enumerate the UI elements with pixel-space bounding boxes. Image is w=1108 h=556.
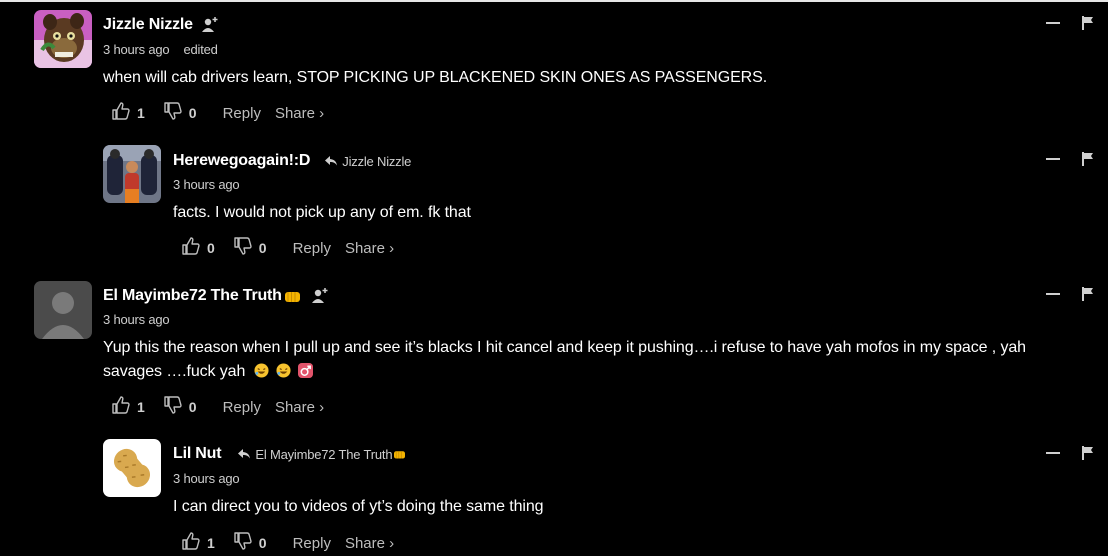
dislike-count: 0 (258, 240, 267, 256)
minus-icon[interactable] (1046, 452, 1060, 454)
share-button[interactable]: Share › (275, 399, 324, 416)
oncoming-fist-emoji (393, 449, 410, 460)
oncoming-fist-emoji (284, 289, 301, 304)
like-button[interactable]: 1 (181, 531, 215, 555)
like-count: 0 (207, 240, 215, 256)
minus-icon[interactable] (1046, 22, 1060, 24)
top-border (0, 0, 1108, 2)
add-user-icon[interactable] (311, 287, 329, 305)
edited-label: edited (183, 42, 218, 57)
avatar[interactable] (103, 145, 161, 203)
reply-button[interactable]: Reply (293, 535, 331, 552)
author-name[interactable]: Herewegoagain!:D (173, 152, 310, 170)
reply-to-name[interactable]: El Mayimbe72 The Truth (255, 447, 392, 462)
male-sign-emoji (298, 362, 314, 378)
dislike-button[interactable]: 0 (233, 236, 267, 260)
dislike-count: 0 (258, 535, 267, 551)
thumbs-down-icon (233, 531, 253, 555)
flag-icon[interactable] (1082, 152, 1094, 166)
thumbs-down-icon (233, 236, 253, 260)
comment-text-line-wrap: savages ….fuck yah (103, 360, 314, 384)
add-user-icon[interactable] (201, 16, 219, 34)
minus-icon[interactable] (1046, 158, 1060, 160)
timestamp[interactable]: 3 hours ago (173, 471, 240, 486)
flag-icon[interactable] (1082, 446, 1094, 460)
reply-arrow-icon (238, 449, 251, 459)
timestamp[interactable]: 3 hours ago (103, 312, 170, 327)
comment-text: when will cab drivers learn, STOP PICKIN… (103, 69, 768, 86)
flag-icon[interactable] (1082, 16, 1094, 30)
comment-text-line: Yup this the reason when I pull up and s… (103, 339, 1026, 356)
comment-text: facts. I would not pick up any of em. fk… (173, 204, 471, 221)
share-button[interactable]: Share › (275, 105, 324, 122)
dislike-button[interactable]: 0 (163, 101, 197, 125)
dislike-count: 0 (188, 399, 197, 415)
share-button[interactable]: Share › (345, 240, 394, 257)
dislike-count: 0 (188, 105, 197, 121)
reply-to[interactable]: El Mayimbe72 The Truth (237, 447, 410, 462)
author-name[interactable]: Lil Nut (173, 445, 222, 463)
thumbs-down-icon (163, 101, 183, 125)
reply-button[interactable]: Reply (223, 399, 261, 416)
reply-arrow-icon (325, 156, 338, 166)
author-name[interactable]: Jizzle Nizzle (103, 16, 193, 34)
flag-icon[interactable] (1082, 287, 1094, 301)
timestamp[interactable]: 3 hours ago (173, 177, 240, 192)
timestamp[interactable]: 3 hours ago (103, 42, 170, 57)
avatar[interactable] (103, 439, 161, 497)
rolling-laughing-emoji (276, 362, 291, 378)
like-count: 1 (207, 535, 215, 551)
author-name[interactable]: El Mayimbe72 The Truth (103, 287, 282, 305)
dislike-button[interactable]: 0 (163, 395, 197, 419)
dislike-button[interactable]: 0 (233, 531, 267, 555)
avatar[interactable] (34, 10, 92, 68)
thumbs-down-icon (163, 395, 183, 419)
like-count: 1 (137, 105, 145, 121)
reply-button[interactable]: Reply (223, 105, 261, 122)
thumbs-up-icon (181, 236, 201, 260)
like-button[interactable]: 0 (181, 236, 215, 260)
thumbs-up-icon (181, 531, 201, 555)
thumbs-up-icon (111, 395, 131, 419)
like-button[interactable]: 1 (111, 101, 145, 125)
reply-to-name[interactable]: Jizzle Nizzle (342, 154, 411, 169)
comment-text: I can direct you to videos of yt’s doing… (173, 498, 544, 515)
comment-text-line: savages ….fuck yah (103, 363, 246, 380)
like-count: 1 (137, 399, 145, 415)
like-button[interactable]: 1 (111, 395, 145, 419)
reply-to[interactable]: Jizzle Nizzle (324, 154, 411, 169)
share-button[interactable]: Share › (345, 535, 394, 552)
rolling-laughing-emoji (254, 362, 269, 378)
avatar[interactable] (34, 281, 92, 339)
minus-icon[interactable] (1046, 293, 1060, 295)
reply-button[interactable]: Reply (293, 240, 331, 257)
thumbs-up-icon (111, 101, 131, 125)
